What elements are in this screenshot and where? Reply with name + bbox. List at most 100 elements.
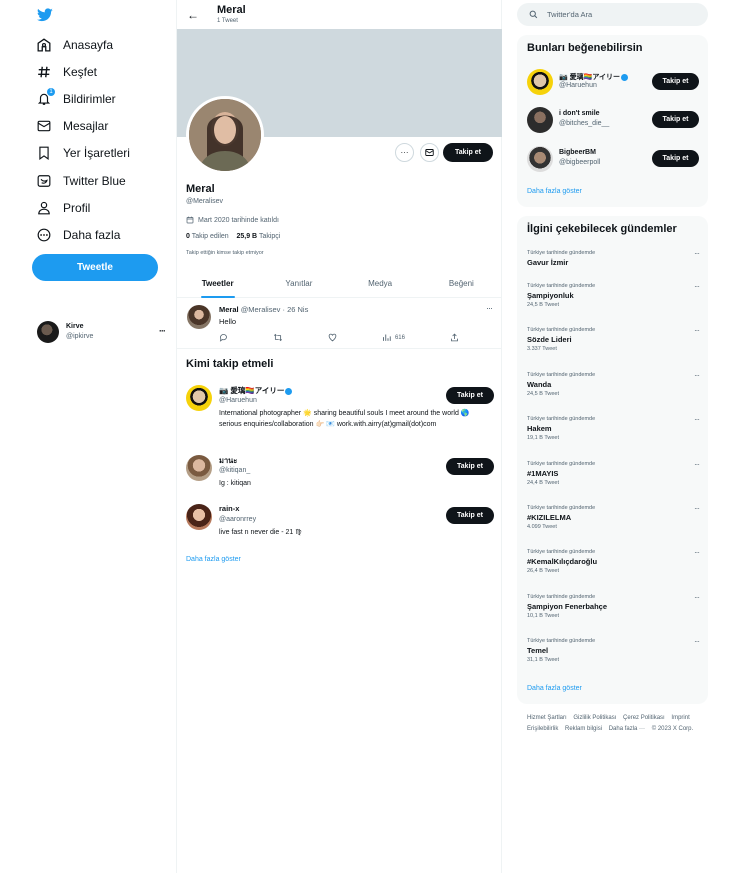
nav-home[interactable]: Anasayfa: [37, 35, 113, 55]
envelope-icon: [425, 149, 434, 156]
suggestion-avatar[interactable]: [527, 69, 553, 95]
tab-likes[interactable]: Beğeni: [421, 270, 502, 297]
trend-topic: #1MAYIS: [527, 469, 559, 478]
profile-more-button[interactable]: ···: [395, 143, 414, 162]
trend-item[interactable]: Türkiye tarihinde gündemde #1MAYIS 24,4 …: [527, 460, 700, 488]
trend-more-icon[interactable]: ···: [694, 371, 700, 380]
trend-count: 4.099 Tweet: [527, 524, 557, 530]
who-to-follow-show-more[interactable]: Daha fazla göster: [186, 556, 241, 563]
left-sidebar: Anasayfa Keşfet 1 Bildirimler Mesajlar Y…: [0, 0, 176, 873]
footer-link[interactable]: Reklam bilgisi: [565, 726, 602, 732]
suggestion-avatar[interactable]: [527, 146, 553, 172]
tweet-separator: ·: [282, 305, 286, 314]
tweet-more-icon[interactable]: ···: [486, 303, 493, 313]
trend-more-icon[interactable]: ···: [694, 249, 700, 258]
nav-profile[interactable]: Profil: [37, 198, 90, 218]
trend-item[interactable]: Türkiye tarihinde gündemde #KIZILELMA 4.…: [527, 504, 700, 532]
footer-link[interactable]: Daha fazla ···: [609, 726, 645, 732]
twitter-bird-icon[interactable]: [37, 8, 53, 22]
follow-suggestion[interactable]: มานะ @kitiqan_ Ig : kitiqan Takip et: [186, 455, 496, 491]
hashtag-icon: [37, 65, 51, 79]
suggestion-bio: live fast n never die - 21 ♍: [219, 529, 302, 536]
trend-item[interactable]: Türkiye tarihinde gündemde Gavur İzmir ·…: [527, 249, 700, 268]
tweet-author-name[interactable]: Meral: [219, 305, 239, 314]
nav-explore[interactable]: Keşfet: [37, 62, 97, 82]
suggestion-avatar[interactable]: [186, 504, 212, 530]
nav-more[interactable]: Daha fazla: [37, 225, 120, 245]
profile-avatar[interactable]: [186, 96, 264, 174]
footer-link[interactable]: Imprint: [671, 715, 689, 721]
suggestion-avatar[interactable]: [527, 107, 553, 133]
nav-messages[interactable]: Mesajlar: [37, 116, 108, 136]
analytics-icon: [383, 334, 391, 341]
views-button[interactable]: 616: [382, 333, 405, 342]
message-button[interactable]: [420, 143, 439, 162]
trend-item[interactable]: Türkiye tarihinde gündemde #KemalKılıçda…: [527, 548, 700, 576]
trend-more-icon[interactable]: ···: [694, 637, 700, 646]
follow-button[interactable]: Takip et: [446, 507, 494, 524]
trend-more-icon[interactable]: ···: [694, 282, 700, 291]
suggestions-show-more[interactable]: Daha fazla göster: [527, 188, 582, 195]
nav-bookmarks[interactable]: Yer İşaretleri: [37, 143, 130, 163]
reply-button[interactable]: [219, 333, 228, 342]
trend-item[interactable]: Türkiye tarihinde gündemde Şampiyon Fene…: [527, 593, 700, 621]
like-button[interactable]: [328, 333, 337, 342]
tweet-actions: 616: [219, 333, 459, 342]
tweet-date[interactable]: 26 Nis: [287, 305, 308, 314]
tweet[interactable]: Meral @Meralisev · 26 Nis Hello ··· 616: [177, 299, 502, 349]
trend-more-icon[interactable]: ···: [694, 326, 700, 335]
back-arrow-icon[interactable]: ←: [187, 8, 199, 22]
trends-show-more[interactable]: Daha fazla göster: [527, 685, 582, 692]
trend-more-icon[interactable]: ···: [694, 593, 700, 602]
tab-tweets[interactable]: Tweetler: [177, 270, 258, 297]
suggestions-panel: Bunları beğenebilirsin 📷 愛璃🏳️‍🌈アイリー @Har…: [517, 35, 708, 207]
trend-item[interactable]: Türkiye tarihinde gündemde Hakem 19,1 B …: [527, 415, 700, 443]
footer-link[interactable]: Çerez Politikası: [623, 715, 665, 721]
nav-twitter-blue[interactable]: Twitter Blue: [37, 171, 126, 191]
trend-more-icon[interactable]: ···: [694, 460, 700, 469]
trend-item[interactable]: Türkiye tarihinde gündemde Temel 31,1 B …: [527, 637, 700, 665]
tab-replies[interactable]: Yanıtlar: [258, 270, 339, 297]
follow-button[interactable]: Takip et: [446, 387, 494, 404]
suggestion-avatar[interactable]: [186, 385, 212, 411]
follow-suggestion[interactable]: 📷 愛璃🏳️‍🌈アイリー @Haruehun International pho…: [186, 385, 496, 445]
trend-more-icon[interactable]: ···: [694, 415, 700, 424]
footer-link[interactable]: Hizmet Şartları: [527, 715, 567, 721]
envelope-icon: [37, 119, 51, 133]
follow-button[interactable]: Takip et: [652, 73, 699, 90]
followers-count: 25,9 B: [236, 233, 258, 240]
trend-topic: Şampiyonluk: [527, 291, 574, 300]
follow-button[interactable]: Takip et: [443, 143, 493, 162]
nav-notifications[interactable]: 1 Bildirimler: [37, 88, 116, 109]
tab-media[interactable]: Medya: [340, 270, 421, 297]
trend-count: 3.337 Tweet: [527, 346, 557, 352]
share-button[interactable]: [450, 333, 459, 342]
suggestion-item[interactable]: i don't smile @bitches_die__ Takip et: [527, 107, 699, 133]
tweet-button[interactable]: Tweetle: [32, 254, 158, 281]
retweet-button[interactable]: [273, 333, 283, 342]
trend-item[interactable]: Türkiye tarihinde gündemde Wanda 24,5 B …: [527, 371, 700, 399]
suggestion-avatar[interactable]: [186, 455, 212, 481]
followers-link[interactable]: 25,9 B Takipçi: [236, 233, 280, 240]
suggestion-item[interactable]: BigbeerBM @bigbeerpoll Takip et: [527, 146, 699, 172]
footer-link[interactable]: Erişilebilirlik: [527, 726, 558, 732]
tweet-avatar[interactable]: [187, 305, 211, 329]
following-link[interactable]: 0 Takip edilen: [186, 233, 229, 240]
follow-button[interactable]: Takip et: [652, 150, 699, 167]
account-more-icon[interactable]: ···: [159, 326, 166, 336]
footer-link[interactable]: Gizlilik Politikası: [573, 715, 616, 721]
account-switcher[interactable]: Kirve @ipkirve ···: [37, 320, 167, 344]
trend-item[interactable]: Türkiye tarihinde gündemde Sözde Lideri …: [527, 326, 700, 354]
trend-topic: Hakem: [527, 424, 552, 433]
retweet-icon: [273, 333, 283, 342]
trend-more-icon[interactable]: ···: [694, 504, 700, 513]
verified-badge-icon: [621, 73, 629, 81]
trend-more-icon[interactable]: ···: [694, 548, 700, 557]
follow-suggestion[interactable]: rain-x @aaronrrey live fast n never die …: [186, 504, 496, 540]
trend-item[interactable]: Türkiye tarihinde gündemde Şampiyonluk 2…: [527, 282, 700, 310]
follow-button[interactable]: Takip et: [652, 111, 699, 128]
followed-by-note: Takip ettiğin kimse takip etmiyor: [186, 250, 264, 256]
follow-button[interactable]: Takip et: [446, 458, 494, 475]
suggestion-item[interactable]: 📷 愛璃🏳️‍🌈アイリー @Haruehun Takip et: [527, 69, 699, 95]
search-input[interactable]: Twitter'da Ara: [517, 3, 708, 26]
